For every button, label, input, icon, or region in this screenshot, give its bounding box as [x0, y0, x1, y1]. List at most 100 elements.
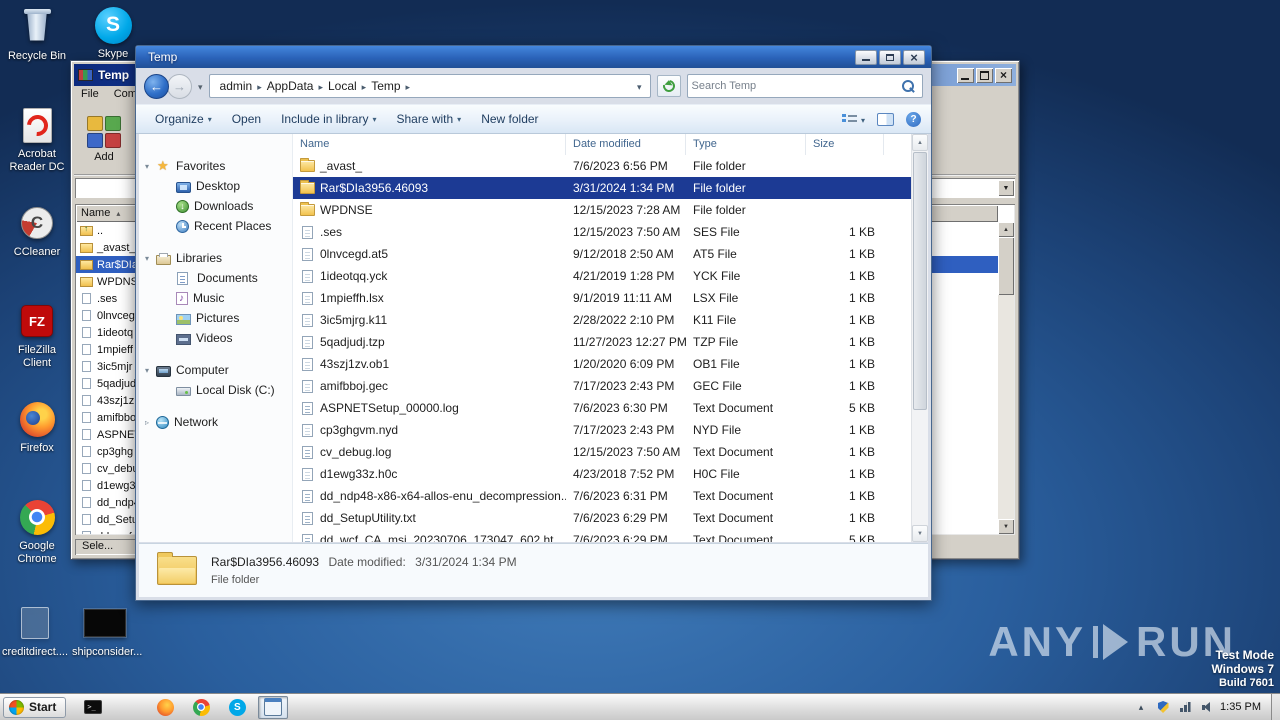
show-desktop-button[interactable] [1271, 693, 1280, 720]
taskbar-app-button[interactable] [222, 696, 252, 719]
column-header[interactable]: Date modified [566, 134, 686, 155]
winrar-menu-item[interactable]: File [81, 88, 99, 102]
file-row[interactable]: .ses 12/15/2023 7:50 AM SES File 1 KB [293, 221, 911, 243]
breadcrumb-item[interactable]: Temp [368, 77, 403, 95]
column-header[interactable]: Size [806, 134, 884, 155]
desktop-icon[interactable]: Recycle Bin [4, 2, 70, 100]
breadcrumb-separator-icon[interactable] [316, 77, 325, 95]
file-list-scrollbar[interactable]: ▲ ▼ [911, 134, 928, 542]
toolbar-button[interactable]: New folder [472, 107, 547, 131]
file-row[interactable]: 5qadjudj.tzp 11/27/2023 12:27 PM TZP Fil… [293, 331, 911, 353]
file-row[interactable]: cv_debug.log 12/15/2023 7:50 AM Text Doc… [293, 441, 911, 463]
file-row[interactable]: 0lnvcegd.at5 9/12/2018 2:50 AM AT5 File … [293, 243, 911, 265]
tray-icon[interactable] [1134, 700, 1148, 714]
nav-item[interactable]: Recent Places [139, 216, 292, 236]
file-row[interactable]: 1mpieffh.lsx 9/1/2019 11:11 AM LSX File … [293, 287, 911, 309]
desktop-shortcut[interactable]: shipconsider... [70, 601, 142, 665]
breadcrumb-separator-icon[interactable] [404, 77, 413, 95]
winrar-minimize-button[interactable] [957, 67, 974, 83]
tray-icon[interactable] [1200, 700, 1214, 714]
column-header[interactable]: Type [686, 134, 806, 155]
breadcrumb-separator-icon[interactable] [255, 77, 264, 95]
nav-item[interactable]: Local Disk (C:) [139, 380, 292, 400]
nav-item[interactable]: Computer [139, 360, 292, 380]
preview-pane-button[interactable] [877, 112, 894, 126]
file-row[interactable]: Rar$DIa3956.46093 3/31/2024 1:34 PM File… [293, 177, 911, 199]
minimize-button[interactable] [855, 49, 877, 65]
taskbar-app-button[interactable] [258, 695, 289, 719]
nav-item[interactable]: Pictures [139, 308, 292, 328]
winrar-add-button[interactable]: Add [76, 106, 132, 172]
scroll-up-icon[interactable]: ▲ [998, 222, 1014, 237]
refresh-button[interactable] [656, 75, 681, 97]
expander-icon[interactable] [145, 418, 156, 427]
file-row[interactable]: dd_wcf_CA_msi_20230706_173047_602.ht... … [293, 529, 911, 542]
forward-button[interactable] [167, 73, 192, 99]
nav-item[interactable]: Documents [139, 268, 292, 288]
desktop-icon[interactable]: Acrobat Reader DC [4, 100, 70, 198]
toolbar-button[interactable]: Organize [146, 107, 221, 131]
nav-item[interactable]: Desktop [139, 176, 292, 196]
desktop-icon[interactable]: CCleaner [4, 198, 70, 296]
nav-item[interactable]: Downloads [139, 196, 292, 216]
tray-icon[interactable] [1178, 700, 1192, 714]
file-row[interactable]: 43szj1zv.ob1 1/20/2020 6:09 PM OB1 File … [293, 353, 911, 375]
scroll-down-icon[interactable]: ▼ [912, 525, 928, 542]
file-row[interactable]: d1ewg33z.h0c 4/23/2018 7:52 PM H0C File … [293, 463, 911, 485]
breadcrumb-item[interactable]: Local [325, 77, 360, 95]
history-dropdown-icon[interactable] [198, 77, 203, 95]
scroll-up-icon[interactable]: ▲ [912, 134, 928, 151]
winrar-close-button[interactable] [995, 67, 1012, 83]
toolbar-button[interactable]: Include in library [272, 107, 385, 131]
toolbar-button[interactable]: Share with [387, 107, 470, 131]
search-icon[interactable] [902, 79, 915, 93]
scrollbar-thumb[interactable] [913, 152, 927, 410]
nav-item[interactable]: Favorites [139, 156, 292, 176]
breadcrumb-item[interactable]: AppData [264, 77, 317, 95]
file-row[interactable]: cp3ghgvm.nyd 7/17/2023 2:43 PM NYD File … [293, 419, 911, 441]
taskbar-app-button[interactable] [186, 696, 216, 719]
help-button[interactable] [906, 111, 921, 127]
taskbar-app-button[interactable] [78, 696, 108, 719]
expander-icon[interactable] [145, 366, 156, 375]
file-row[interactable]: WPDNSE 12/15/2023 7:28 AM File folder [293, 199, 911, 221]
breadcrumb-separator-icon[interactable] [360, 77, 369, 95]
toolbar-button[interactable]: Open [223, 107, 270, 131]
nav-item[interactable]: Network [139, 412, 292, 432]
expander-icon[interactable] [145, 162, 156, 171]
expander-icon[interactable] [145, 254, 156, 263]
start-button[interactable]: Start [3, 696, 67, 718]
breadcrumb-item[interactable]: admin [217, 77, 256, 95]
close-button[interactable] [903, 49, 925, 65]
explorer-titlebar[interactable]: Temp [136, 46, 931, 68]
back-button[interactable] [144, 73, 169, 99]
file-row[interactable]: dd_SetupUtility.txt 7/6/2023 6:29 PM Tex… [293, 507, 911, 529]
address-bar[interactable]: admin AppData Local Temp [208, 74, 651, 98]
winrar-scrollbar-thumb[interactable] [998, 237, 1014, 295]
combo-dropdown-icon[interactable] [998, 180, 1014, 196]
taskbar-app-button[interactable] [150, 696, 180, 719]
maximize-button[interactable] [879, 49, 901, 65]
file-row[interactable]: 3ic5mjrg.k11 2/28/2022 2:10 PM K11 File … [293, 309, 911, 331]
tray-icon[interactable] [1156, 700, 1170, 714]
column-header[interactable]: Name [293, 134, 566, 155]
winrar-maximize-button[interactable] [976, 67, 993, 83]
nav-item[interactable]: Music [139, 288, 292, 308]
search-input[interactable] [691, 80, 899, 92]
taskbar-app-button[interactable] [114, 696, 144, 719]
file-row[interactable]: 1ideotqq.yck 4/21/2019 1:28 PM YCK File … [293, 265, 911, 287]
address-dropdown-icon[interactable] [634, 77, 645, 95]
file-row[interactable]: _avast_ 7/6/2023 6:56 PM File folder [293, 155, 911, 177]
desktop-icon[interactable]: Google Chrome [4, 492, 70, 590]
file-row[interactable]: amifbboj.gec 7/17/2023 2:43 PM GEC File … [293, 375, 911, 397]
nav-item[interactable]: Videos [139, 328, 292, 348]
views-button[interactable] [841, 110, 865, 128]
winrar-scrollbar[interactable]: ▲ ▼ [998, 222, 1014, 534]
desktop-shortcut[interactable]: creditdirect.... [0, 601, 70, 665]
taskbar-clock[interactable]: 1:35 PM [1214, 701, 1271, 713]
file-row[interactable]: ASPNETSetup_00000.log 7/6/2023 6:30 PM T… [293, 397, 911, 419]
scroll-down-icon[interactable]: ▼ [998, 519, 1014, 534]
nav-item[interactable]: Libraries [139, 248, 292, 268]
desktop-icon[interactable]: Firefox [4, 394, 70, 492]
desktop-icon[interactable]: FileZilla Client [4, 296, 70, 394]
